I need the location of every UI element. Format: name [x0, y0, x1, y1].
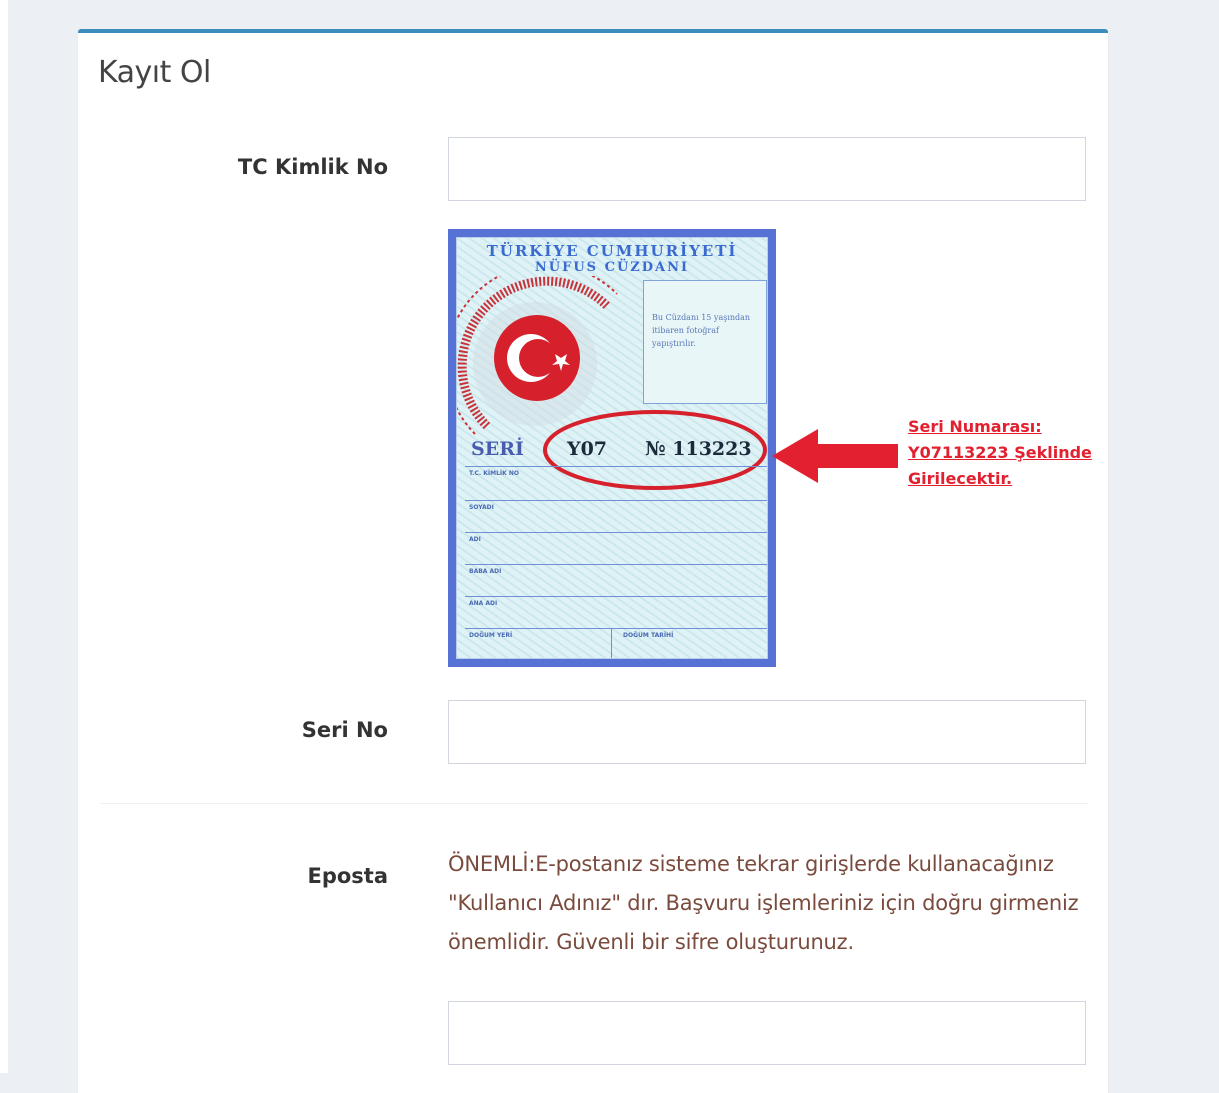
id-card-line: [465, 500, 767, 501]
id-card-line: [465, 564, 767, 565]
id-card-field-label: DOĞUM TARİHİ: [623, 632, 674, 639]
id-card-line: [465, 466, 767, 467]
section-divider: [100, 803, 1088, 804]
tc-kimlik-label: TC Kimlik No: [237, 155, 388, 179]
eposta-input[interactable]: [448, 1001, 1086, 1065]
seri-no-label: Seri No: [301, 718, 388, 742]
id-card-divider: [611, 628, 612, 658]
id-card-field-label: SOYADI: [469, 504, 494, 511]
serial-annotation: Seri Numarası: Y07113223 Şeklinde Girile…: [908, 414, 1092, 492]
annotation-line3: Girilecektir.: [908, 469, 1013, 488]
eposta-important-note: ÖNEMLİ:E-postanız sisteme tekrar girişle…: [448, 852, 1079, 954]
id-card-line: [465, 532, 767, 533]
id-card-field-label: DOĞUM YERİ: [469, 632, 513, 639]
id-card-field-label: ANA ADI: [469, 600, 498, 607]
id-card-line: [465, 596, 767, 597]
seri-no-input[interactable]: [448, 700, 1086, 764]
id-card-field-label: ADI: [469, 536, 481, 543]
panel-title: Kayıt Ol: [98, 55, 211, 90]
annotation-line1: Seri Numarası:: [908, 417, 1042, 436]
id-card-field-label: BABA ADI: [469, 568, 502, 575]
serial-highlight-ellipse: [543, 410, 767, 490]
id-card-photo-note: Bu Cüzdanı 15 yaşından itibaren fotoğraf…: [652, 313, 751, 348]
id-card-title-line2: NÜFUS CÜZDANI: [534, 260, 690, 275]
register-panel: Kayıt Ol TC Kimlik No TÜRKİYE CUMHURİYET…: [78, 29, 1108, 1093]
annotation-line2: Y07113223 Şeklinde: [908, 443, 1092, 462]
eposta-label: Eposta: [307, 864, 388, 888]
id-card-line: [465, 628, 767, 629]
id-card-title-line1: TÜRKİYE CUMHURİYETİ: [486, 242, 738, 260]
id-card-face: TÜRKİYE CUMHURİYETİ NÜFUS CÜZDANI Bu Cüz…: [456, 237, 768, 659]
id-card-field-label: T.C. KİMLİK NO: [469, 470, 520, 477]
arrow-left-icon: [772, 429, 898, 483]
id-card-serial-prefix: SERİ: [471, 438, 524, 460]
page-edge: [0, 0, 8, 1073]
id-card-photo-area: Bu Cüzdanı 15 yaşından itibaren fotoğraf…: [643, 280, 767, 404]
tc-kimlik-input[interactable]: [448, 137, 1086, 201]
id-card-image: TÜRKİYE CUMHURİYETİ NÜFUS CÜZDANI Bu Cüz…: [448, 229, 776, 667]
